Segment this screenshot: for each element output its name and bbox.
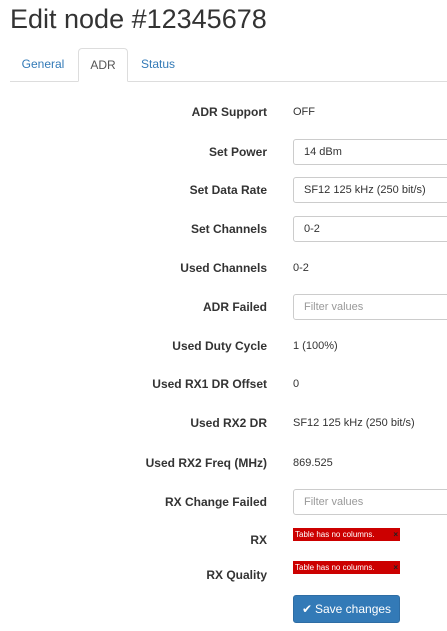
set-power-field[interactable]: 14 dBm (293, 139, 447, 165)
used-channels-value: 0-2 (293, 262, 309, 274)
adr-failed-label: ADR Failed (202, 300, 267, 314)
used-rx2-dr-value: SF12 125 kHz (250 bit/s) (293, 417, 415, 429)
used-duty-cycle-value: 1 (100%) (293, 340, 338, 352)
save-changes-label: Save changes (315, 602, 392, 616)
adr-support-value: OFF (293, 106, 315, 118)
rx-quality-error-badge: Table has no columns. × (293, 561, 400, 574)
used-rx2-freq-value: 869.525 (293, 457, 333, 469)
rx-error-text: Table has no columns. (295, 530, 375, 539)
rx-label: RX (250, 533, 267, 547)
check-icon: ✔ (301, 602, 312, 616)
set-power-label: Set Power (208, 145, 267, 159)
set-channels-field[interactable]: 0-2 (293, 216, 447, 242)
tab-status[interactable]: Status (130, 48, 186, 81)
tab-adr[interactable]: ADR (78, 48, 128, 82)
rx-quality-label: RX Quality (206, 568, 267, 582)
used-duty-cycle-label: Used Duty Cycle (172, 339, 267, 353)
rx-change-failed-label: RX Change Failed (164, 495, 267, 509)
close-icon[interactable]: × (393, 561, 398, 574)
page-title: Edit node #12345678 (10, 4, 267, 34)
adr-failed-filter-input[interactable]: Filter values (293, 294, 447, 320)
used-rx2-freq-label: Used RX2 Freq (MHz) (145, 456, 267, 470)
rx-error-badge: Table has no columns. × (293, 528, 400, 541)
used-rx1-dr-offset-label: Used RX1 DR Offset (152, 377, 267, 391)
rx-quality-error-text: Table has no columns. (295, 563, 375, 572)
save-changes-button[interactable]: ✔ Save changes (293, 595, 400, 623)
close-icon[interactable]: × (393, 528, 398, 541)
tab-bar: General ADR Status (10, 48, 447, 82)
used-channels-label: Used Channels (180, 261, 267, 275)
adr-support-label: ADR Support (191, 105, 267, 119)
used-rx1-dr-offset-value: 0 (293, 378, 300, 390)
rx-change-failed-filter-input[interactable]: Filter values (293, 489, 447, 515)
set-channels-label: Set Channels (190, 222, 267, 236)
set-data-rate-label: Set Data Rate (189, 183, 267, 197)
set-data-rate-field[interactable]: SF12 125 kHz (250 bit/s) (293, 177, 447, 203)
tab-general[interactable]: General (10, 48, 76, 81)
used-rx2-dr-label: Used RX2 DR (190, 416, 267, 430)
